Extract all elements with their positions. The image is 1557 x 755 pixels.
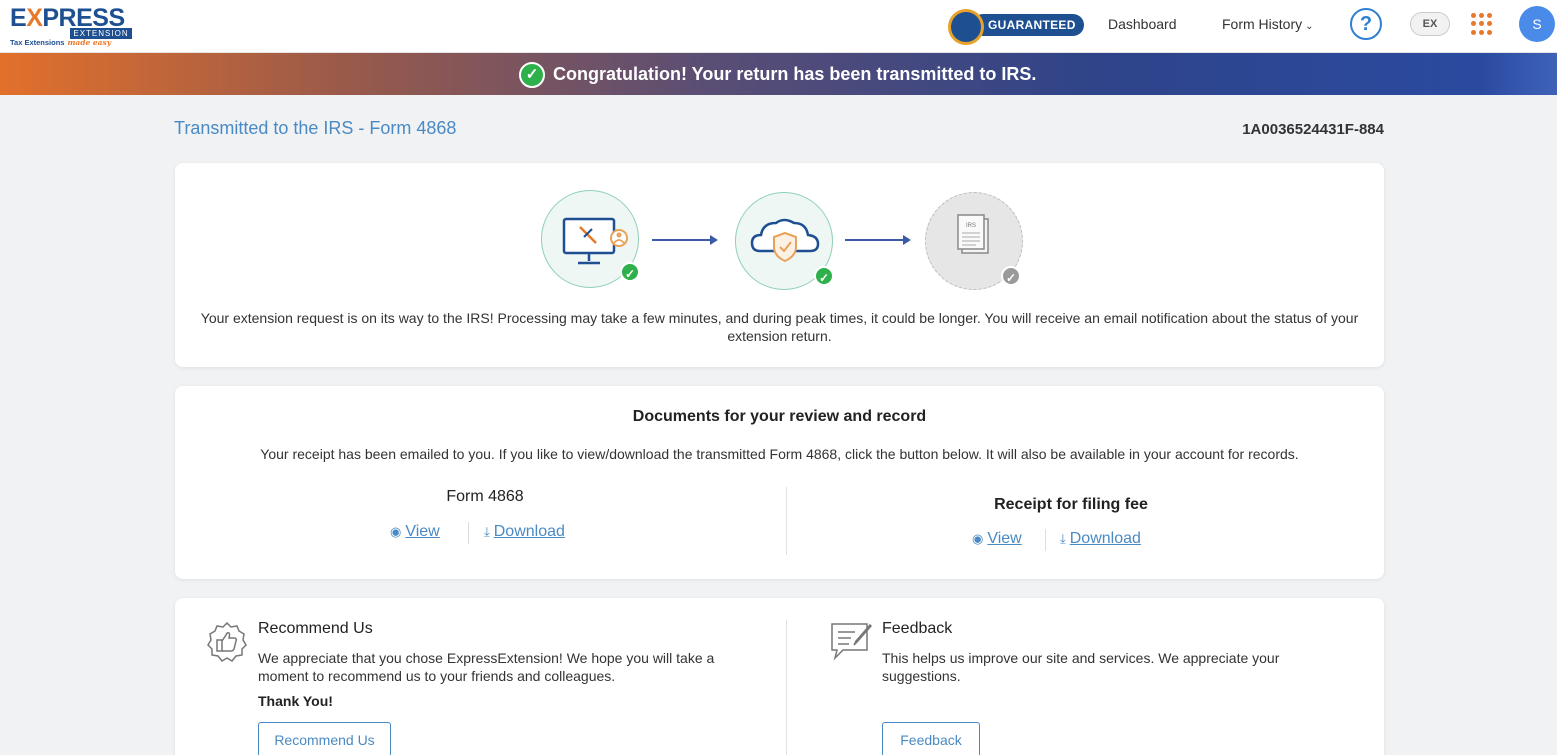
svg-text:IRS: IRS [966, 223, 976, 229]
success-message: Congratulation! Your return has been tra… [553, 64, 1037, 84]
thank-you-text: Thank You! [258, 693, 333, 709]
documents-title: Documents for your review and record [632, 408, 927, 425]
recommend-us-button[interactable]: Recommend Us [258, 722, 391, 755]
feedback-button[interactable]: Feedback [882, 722, 980, 755]
download-icon: ⤓ [484, 524, 490, 539]
step-irs-accepted: IRS ✓ [925, 192, 1023, 290]
documents-card: Documents for your review and record You… [175, 386, 1384, 579]
express-extension-logo[interactable]: EXPRESS EXTENSION Tax Extensions made eas… [10, 4, 132, 48]
receipt-view-link[interactable]: ◉ View [972, 530, 1022, 548]
arrow-right-icon [652, 235, 718, 245]
ex-app-icon[interactable]: EX [1410, 12, 1450, 36]
form-download-label: Download [493, 523, 565, 540]
step-pending-check-icon: ✓ [1001, 266, 1021, 286]
nav-form-history[interactable]: Form History ⌄ [1222, 16, 1314, 32]
arrow-right-icon [845, 235, 911, 245]
guaranteed-label: GUARANTEED [972, 14, 1084, 36]
thumbs-up-badge-icon [207, 621, 247, 662]
feedback-text: This helps us improve our site and servi… [882, 650, 1280, 684]
apps-grid-icon[interactable] [1471, 13, 1493, 35]
receipt-title: Receipt for filing fee [994, 496, 1148, 513]
status-message: Your extension request is on its way to … [200, 310, 1359, 344]
logo-tagline: Tax Extensions made easy [10, 38, 112, 47]
success-banner: ✓ Congratulation! Your return has been t… [0, 53, 1557, 95]
link-separator [468, 522, 469, 544]
eye-icon: ◉ [972, 531, 984, 546]
recommend-text: We appreciate that you chose ExpressExte… [258, 650, 715, 684]
help-icon[interactable]: ? [1350, 8, 1382, 40]
form-view-link[interactable]: ◉ View [390, 523, 440, 541]
form-4868-title: Form 4868 [446, 488, 524, 505]
check-circle-icon: ✓ [519, 62, 545, 88]
page-title: Transmitted to the IRS - Form 4868 [174, 118, 457, 138]
nav-dashboard[interactable]: Dashboard [1108, 16, 1177, 32]
receipt-download-label: Download [1069, 530, 1141, 547]
submission-reference: 1A0036524431F-884 [1242, 121, 1384, 138]
eye-icon: ◉ [390, 524, 402, 539]
step-complete-check-icon: ✓ [620, 262, 640, 282]
seal-icon [948, 9, 984, 45]
column-divider [786, 620, 787, 755]
feedback-chat-icon [831, 623, 873, 661]
top-header: EXPRESS EXTENSION Tax Extensions made eas… [0, 0, 1557, 53]
step-complete-check-icon: ✓ [814, 266, 834, 286]
form-download-link[interactable]: ⤓ Download [484, 523, 565, 541]
transmission-status-card: ✓ ✓ IRS ✓ Your extension request is on i… [175, 163, 1384, 367]
column-divider [786, 487, 787, 555]
guaranteed-badge: GUARANTEED [948, 9, 1086, 45]
form-view-label: View [405, 523, 440, 540]
download-icon: ⤓ [1060, 531, 1066, 546]
user-avatar[interactable]: S [1519, 6, 1555, 42]
recommend-feedback-card: Recommend Us We appreciate that you chos… [175, 598, 1384, 755]
recommend-title: Recommend Us [258, 620, 373, 637]
chevron-down-icon: ⌄ [1305, 21, 1314, 32]
documents-description: Your receipt has been emailed to you. If… [260, 446, 1299, 462]
step-transmitted: ✓ [735, 192, 834, 290]
step-submitted: ✓ [541, 190, 640, 288]
feedback-title: Feedback [882, 620, 953, 637]
receipt-download-link[interactable]: ⤓ Download [1060, 530, 1141, 548]
receipt-view-label: View [987, 530, 1022, 547]
link-separator [1045, 529, 1046, 551]
nav-form-history-label: Form History [1222, 16, 1303, 32]
